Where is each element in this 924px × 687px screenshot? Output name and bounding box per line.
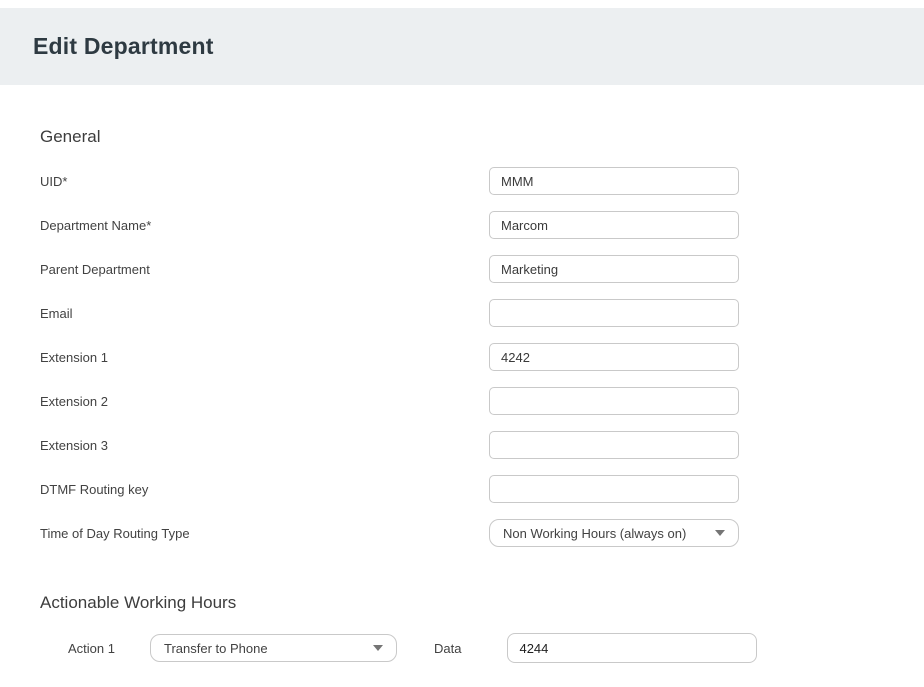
action-1-select[interactable]: Transfer to Phone (150, 634, 397, 662)
extension-2-input[interactable] (489, 387, 739, 415)
section-general-title: General (40, 127, 884, 147)
section-actionable-working-hours-title: Actionable Working Hours (40, 593, 884, 613)
form-row-extension-2: Extension 2 (40, 387, 884, 415)
email-label: Email (40, 306, 489, 321)
dtmf-routing-key-label: DTMF Routing key (40, 482, 489, 497)
time-of-day-routing-type-select[interactable]: Non Working Hours (always on) (489, 519, 739, 547)
page-header: Edit Department (0, 8, 924, 85)
action-row-1: Action 1 Transfer to Phone Data (68, 633, 884, 663)
dtmf-routing-key-input[interactable] (489, 475, 739, 503)
form-row-email: Email (40, 299, 884, 327)
email-input[interactable] (489, 299, 739, 327)
extension-1-input[interactable] (489, 343, 739, 371)
uid-input[interactable] (489, 167, 739, 195)
form-row-extension-3: Extension 3 (40, 431, 884, 459)
time-of-day-routing-type-value: Non Working Hours (always on) (503, 526, 686, 541)
department-name-input[interactable] (489, 211, 739, 239)
top-strip (0, 0, 924, 8)
extension-1-label: Extension 1 (40, 350, 489, 365)
extension-3-label: Extension 3 (40, 438, 489, 453)
form-row-parent-department: Parent Department (40, 255, 884, 283)
extension-3-input[interactable] (489, 431, 739, 459)
parent-department-label: Parent Department (40, 262, 489, 277)
action-1-label: Action 1 (68, 641, 150, 656)
parent-department-input[interactable] (489, 255, 739, 283)
action-1-select-value: Transfer to Phone (164, 641, 268, 656)
department-name-label: Department Name* (40, 218, 489, 233)
action-1-data-input[interactable] (507, 633, 757, 663)
form-row-uid: UID* (40, 167, 884, 195)
caret-down-icon (715, 530, 725, 536)
edit-department-form: General UID* Department Name* Parent Dep… (0, 127, 924, 663)
page-title: Edit Department (33, 33, 214, 60)
form-row-time-of-day-routing-type: Time of Day Routing Type Non Working Hou… (40, 519, 884, 547)
form-row-department-name: Department Name* (40, 211, 884, 239)
form-row-dtmf-routing-key: DTMF Routing key (40, 475, 884, 503)
form-row-extension-1: Extension 1 (40, 343, 884, 371)
caret-down-icon (373, 645, 383, 651)
action-1-data-label: Data (434, 641, 461, 656)
uid-label: UID* (40, 174, 489, 189)
extension-2-label: Extension 2 (40, 394, 489, 409)
time-of-day-routing-type-label: Time of Day Routing Type (40, 526, 489, 541)
